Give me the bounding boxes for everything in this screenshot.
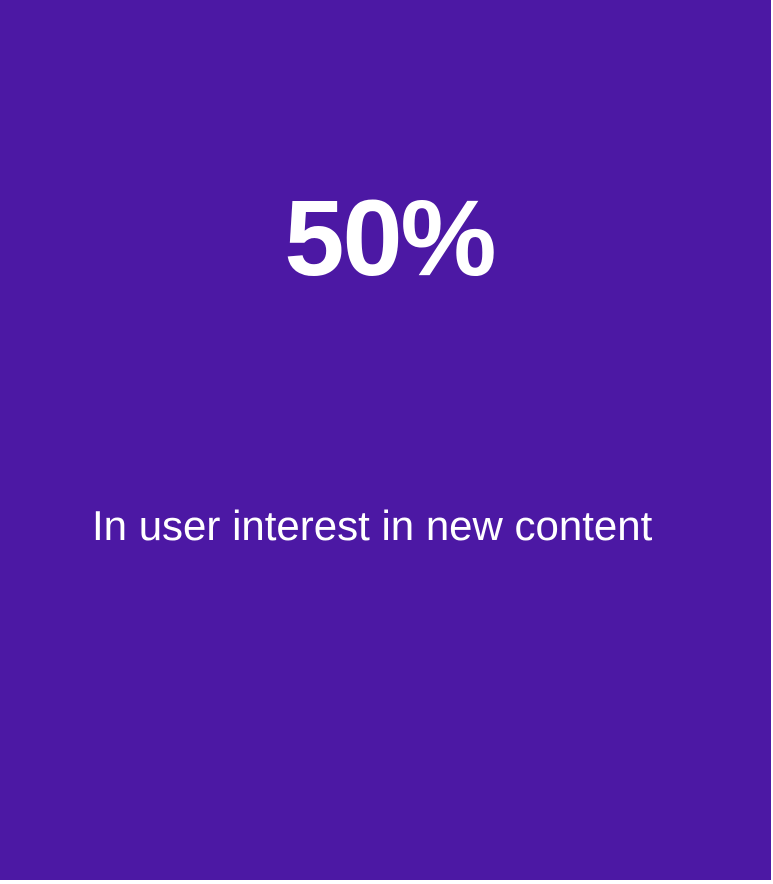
- stat-caption: In user interest in new content: [92, 502, 653, 549]
- stat-value: 50%: [284, 177, 496, 298]
- stat-card: 50% In user interest in new content: [0, 0, 771, 880]
